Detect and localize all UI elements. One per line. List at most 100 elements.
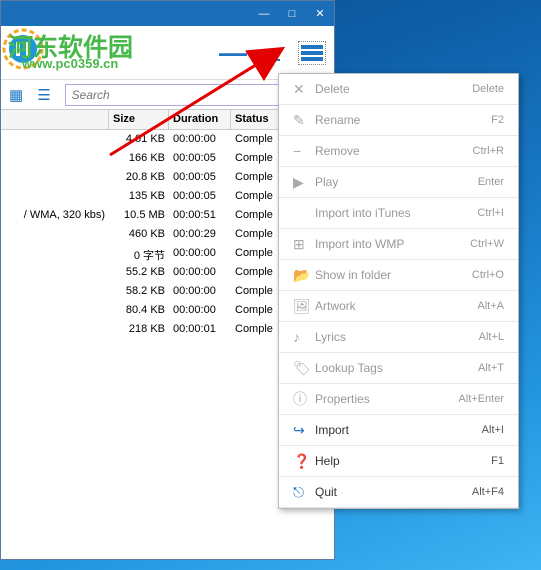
- menu-shortcut: Ctrl+W: [470, 238, 504, 250]
- cell-duration: 00:00:00: [169, 130, 231, 149]
- context-menu: ✕DeleteDelete✎RenameF2−RemoveCtrl+R▶Play…: [278, 73, 519, 509]
- col-duration[interactable]: Duration: [169, 110, 231, 129]
- menu-item-lookup-tags[interactable]: 🏷Lookup TagsAlt+T: [279, 353, 518, 384]
- tag-icon: 🏷: [293, 360, 315, 377]
- cell-duration: 00:00:00: [169, 282, 231, 301]
- quit-icon: ⎋: [293, 484, 315, 501]
- cell-size: 135 KB: [109, 187, 169, 206]
- cell-size: 4.01 KB: [109, 130, 169, 149]
- cell-size: 460 KB: [109, 225, 169, 244]
- menu-label: Remove: [315, 144, 473, 158]
- menu-shortcut: Alt+T: [478, 362, 504, 374]
- menu-label: Quit: [315, 485, 472, 499]
- cell-duration: 00:00:00: [169, 263, 231, 282]
- menu-shortcut: Delete: [472, 83, 504, 95]
- cell-file: / WMA, 320 kbs): [1, 206, 109, 225]
- menu-label: Lookup Tags: [315, 361, 478, 375]
- cell-file: [1, 130, 109, 149]
- col-file[interactable]: [1, 110, 109, 129]
- cell-file: [1, 263, 109, 282]
- delete-icon: ✕: [293, 81, 315, 98]
- menu-item-quit[interactable]: ⎋QuitAlt+F4: [279, 477, 518, 508]
- close-button[interactable]: ✕: [306, 4, 334, 24]
- menu-label: Import into iTunes: [315, 206, 477, 220]
- cell-duration: 00:00:51: [169, 206, 231, 225]
- menu-label: Play: [315, 175, 478, 189]
- cell-size: 0 字节: [109, 244, 169, 263]
- minimize-button[interactable]: —: [250, 4, 278, 24]
- menu-item-artwork[interactable]: 🖼ArtworkAlt+A: [279, 291, 518, 322]
- menu-shortcut: Alt+F4: [472, 486, 504, 498]
- menu-shortcut: Alt+A: [477, 300, 504, 312]
- cell-file: [1, 320, 109, 339]
- menu-button[interactable]: [298, 41, 326, 65]
- cell-size: 80.4 KB: [109, 301, 169, 320]
- remove-icon: −: [293, 143, 315, 159]
- cell-duration: 00:00:00: [169, 244, 231, 263]
- menu-item-rename[interactable]: ✎RenameF2: [279, 105, 518, 136]
- cell-size: 10.5 MB: [109, 206, 169, 225]
- menu-item-play[interactable]: ▶PlayEnter: [279, 167, 518, 198]
- menu-shortcut: Ctrl+R: [473, 145, 504, 157]
- grid-view-icon[interactable]: ▦: [9, 86, 23, 104]
- cell-duration: 00:00:01: [169, 320, 231, 339]
- cell-duration: 00:00:00: [169, 301, 231, 320]
- folder-icon: 📂: [293, 267, 315, 284]
- cell-file: [1, 301, 109, 320]
- windows-icon: ⊞: [293, 236, 315, 253]
- cell-file: [1, 168, 109, 187]
- menu-item-show-in-folder[interactable]: 📂Show in folderCtrl+O: [279, 260, 518, 291]
- lyrics-icon: ♪: [293, 329, 315, 345]
- col-size[interactable]: Size: [109, 110, 169, 129]
- menu-item-help[interactable]: ❓HelpF1: [279, 446, 518, 477]
- menu-label: Delete: [315, 82, 472, 96]
- collapse-button[interactable]: —: [218, 38, 248, 68]
- cell-size: 58.2 KB: [109, 282, 169, 301]
- menu-shortcut: Alt+Enter: [458, 393, 504, 405]
- cell-file: [1, 282, 109, 301]
- menu-item-import-into-wmp[interactable]: ⊞Import into WMPCtrl+W: [279, 229, 518, 260]
- cell-duration: 00:00:05: [169, 168, 231, 187]
- menu-item-properties[interactable]: ⓘPropertiesAlt+Enter: [279, 384, 518, 415]
- menu-label: Lyrics: [315, 330, 479, 344]
- maximize-button[interactable]: □: [278, 4, 306, 24]
- cell-duration: 00:00:29: [169, 225, 231, 244]
- menu-item-import-into-itunes[interactable]: Import into iTunesCtrl+I: [279, 198, 518, 229]
- menu-shortcut: Ctrl+O: [472, 269, 504, 281]
- menu-label: Show in folder: [315, 268, 472, 282]
- menu-shortcut: Ctrl+I: [477, 207, 504, 219]
- cell-file: [1, 187, 109, 206]
- menu-label: Help: [315, 454, 491, 468]
- menu-shortcut: Enter: [478, 176, 504, 188]
- info-icon: ⓘ: [293, 389, 315, 409]
- menu-label: Rename: [315, 113, 491, 127]
- menu-shortcut: F2: [491, 114, 504, 126]
- menu-item-import[interactable]: ↪ImportAlt+I: [279, 415, 518, 446]
- cell-size: 20.8 KB: [109, 168, 169, 187]
- menu-item-lyrics[interactable]: ♪LyricsAlt+L: [279, 322, 518, 353]
- play-icon: ▶: [293, 174, 315, 191]
- artwork-icon: 🖼: [293, 298, 315, 315]
- cell-size: 55.2 KB: [109, 263, 169, 282]
- menu-label: Import: [315, 423, 482, 437]
- cell-file: [1, 244, 109, 263]
- menu-item-delete[interactable]: ✕DeleteDelete: [279, 74, 518, 105]
- cell-size: 166 KB: [109, 149, 169, 168]
- menu-item-remove[interactable]: −RemoveCtrl+R: [279, 136, 518, 167]
- menu-shortcut: Alt+L: [479, 331, 504, 343]
- download-button[interactable]: [258, 38, 288, 68]
- menu-label: Artwork: [315, 299, 477, 313]
- cell-duration: 00:00:05: [169, 149, 231, 168]
- rename-icon: ✎: [293, 112, 315, 129]
- cell-file: [1, 149, 109, 168]
- list-view-icon[interactable]: ☰: [37, 86, 50, 104]
- menu-shortcut: F1: [491, 455, 504, 467]
- menu-label: Properties: [315, 392, 458, 406]
- titlebar: — □ ✕: [1, 1, 334, 26]
- cell-file: [1, 225, 109, 244]
- cell-duration: 00:00:05: [169, 187, 231, 206]
- menu-label: Import into WMP: [315, 237, 470, 251]
- main-toolbar: —: [1, 26, 334, 80]
- cell-size: 218 KB: [109, 320, 169, 339]
- logo-icon: [2, 28, 44, 70]
